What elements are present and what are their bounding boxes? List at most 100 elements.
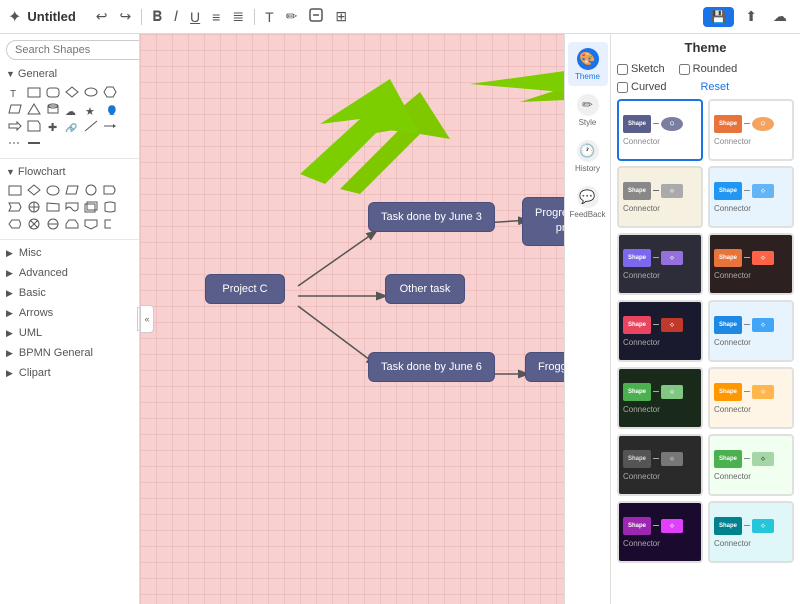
- theme-card-dark-orange[interactable]: Shape ◇ Connector: [708, 233, 794, 295]
- fc-connector-circle[interactable]: [82, 182, 100, 198]
- redo-button[interactable]: ↪: [116, 6, 136, 27]
- reset-button[interactable]: Reset: [700, 81, 729, 93]
- fc-data[interactable]: [63, 182, 81, 198]
- rounded-option[interactable]: Rounded: [679, 63, 738, 75]
- italic-button[interactable]: 𝐼: [170, 6, 182, 27]
- text-button[interactable]: T: [261, 7, 278, 27]
- theme-card-purple-dark[interactable]: Shape ◇ Connector: [617, 501, 703, 563]
- canvas-area[interactable]: «: [140, 34, 564, 604]
- cross-shape[interactable]: ✚: [44, 118, 62, 134]
- align-left-button[interactable]: ≡: [208, 7, 224, 27]
- search-input[interactable]: [6, 40, 140, 60]
- triangle-shape[interactable]: [25, 101, 43, 117]
- section-advanced-title[interactable]: ▶ Advanced: [6, 265, 133, 281]
- side-icon-theme[interactable]: 🎨 Theme: [568, 42, 608, 86]
- expand-icon-uml: ▶: [6, 328, 13, 339]
- fc-document[interactable]: [63, 199, 81, 215]
- arrow-right-shape[interactable]: [6, 118, 24, 134]
- ellipse-shape[interactable]: [82, 84, 100, 100]
- node-project-c[interactable]: Project C: [205, 274, 285, 304]
- theme-card-green-light[interactable]: Shape ◇ Connector: [708, 434, 794, 496]
- section-flowchart-title[interactable]: ▼ Flowchart: [6, 164, 133, 180]
- section-misc-title[interactable]: ▶ Misc: [6, 245, 133, 261]
- fc-or[interactable]: [44, 216, 62, 232]
- cloud-button[interactable]: ☁: [768, 5, 792, 28]
- link-shape[interactable]: 🔗: [63, 118, 81, 134]
- arrow-line[interactable]: [101, 118, 119, 134]
- theme-card-orange[interactable]: Shape ⬡ Connector: [708, 99, 794, 161]
- diagonal-line[interactable]: [82, 118, 100, 134]
- fc-process[interactable]: [6, 182, 24, 198]
- node-task-june3[interactable]: Task done by June 3: [368, 202, 495, 232]
- side-icon-feedback[interactable]: 💬 FeedBack: [568, 180, 608, 224]
- section-clipart-title[interactable]: ▶ Clipart: [6, 365, 133, 381]
- fc-manual[interactable]: [44, 199, 62, 215]
- section-label-clipart: Clipart: [19, 367, 51, 379]
- fc-loop-limit[interactable]: [63, 216, 81, 232]
- node-task-june6[interactable]: Task done by June 6: [368, 352, 495, 382]
- text-shape[interactable]: T: [6, 84, 24, 100]
- note-shape[interactable]: [25, 118, 43, 134]
- bold-button[interactable]: 𝐁: [148, 6, 166, 27]
- align-center-button[interactable]: ≣: [228, 6, 248, 27]
- share-button[interactable]: ⬆: [740, 5, 762, 28]
- rounded-rect-shape[interactable]: [44, 84, 62, 100]
- fc-decision[interactable]: [25, 182, 43, 198]
- expand-icon-bpmn: ▶: [6, 348, 13, 359]
- person-shape[interactable]: 👤: [101, 101, 119, 117]
- section-general-title[interactable]: ▼ General: [6, 66, 133, 82]
- theme-card-atlas[interactable]: Shape ◇ Connector: [617, 300, 703, 362]
- section-basic-title[interactable]: ▶ Basic: [6, 285, 133, 301]
- fc-offpage[interactable]: [82, 216, 100, 232]
- hexagon-shape[interactable]: [101, 84, 119, 100]
- undo-button[interactable]: ↩: [92, 6, 112, 27]
- cloud-shape[interactable]: ☁: [63, 101, 81, 117]
- parallelogram-shape[interactable]: [6, 101, 24, 117]
- fc-xor[interactable]: [25, 216, 43, 232]
- fc-terminator[interactable]: [44, 182, 62, 198]
- curved-checkbox[interactable]: [617, 82, 628, 93]
- node-froggress[interactable]: Froggress: [525, 352, 564, 382]
- side-icon-style[interactable]: ✏ Style: [568, 88, 608, 132]
- theme-card-dark-green[interactable]: Shape ◇ Connector: [617, 367, 703, 429]
- draw-button[interactable]: ✏: [282, 6, 302, 27]
- theme-card-light-orange[interactable]: Shape ◇ Connector: [708, 367, 794, 429]
- star-shape[interactable]: ★: [82, 101, 100, 117]
- cylinder-shape[interactable]: [44, 101, 62, 117]
- rect-shape[interactable]: [25, 84, 43, 100]
- section-bpmn-title[interactable]: ▶ BPMN General: [6, 345, 133, 361]
- theme-card-atlas-blue[interactable]: Shape ◇ Connector: [708, 300, 794, 362]
- section-label-uml: UML: [19, 327, 42, 339]
- sketch-option[interactable]: Sketch: [617, 63, 665, 75]
- fc-annotation[interactable]: [101, 216, 119, 232]
- node-other-task[interactable]: Other task: [385, 274, 465, 304]
- theme-card-teal[interactable]: Shape ◇ Connector: [708, 501, 794, 563]
- save-button[interactable]: 💾: [703, 7, 734, 27]
- underline-button[interactable]: U: [186, 7, 204, 27]
- panel-collapse-button[interactable]: «: [140, 305, 154, 333]
- section-clipart: ▶ Clipart: [0, 363, 139, 383]
- fc-display[interactable]: [6, 216, 24, 232]
- side-icon-history[interactable]: 🕐 History: [568, 134, 608, 178]
- rounded-checkbox[interactable]: [679, 64, 690, 75]
- fc-multidoc[interactable]: [82, 199, 100, 215]
- curved-option[interactable]: Curved: [617, 81, 666, 93]
- fc-stored-data[interactable]: [101, 199, 119, 215]
- fc-summing[interactable]: [25, 199, 43, 215]
- section-uml-title[interactable]: ▶ UML: [6, 325, 133, 341]
- node-progress[interactable]: Progress of theproject: [522, 197, 564, 246]
- theme-card-dark[interactable]: Shape ◇ Connector: [617, 233, 703, 295]
- sketch-checkbox[interactable]: [617, 64, 628, 75]
- dashed-line[interactable]: [6, 135, 24, 151]
- fc-preparation[interactable]: [6, 199, 24, 215]
- theme-card-minimal-dark[interactable]: Shape ◇ Connector: [617, 434, 703, 496]
- diamond-shape[interactable]: [63, 84, 81, 100]
- fc-delay[interactable]: [101, 182, 119, 198]
- theme-card-sketch[interactable]: Shape ◇ Connector: [617, 166, 703, 228]
- grid-button[interactable]: ⊞: [331, 6, 351, 27]
- thick-arrow-line[interactable]: [25, 135, 43, 151]
- section-arrows-title[interactable]: ▶ Arrows: [6, 305, 133, 321]
- theme-card-default[interactable]: Shape ⬡ Connector: [617, 99, 703, 161]
- theme-card-blue-light[interactable]: Shape ◇ Connector: [708, 166, 794, 228]
- shape-button[interactable]: [305, 6, 327, 27]
